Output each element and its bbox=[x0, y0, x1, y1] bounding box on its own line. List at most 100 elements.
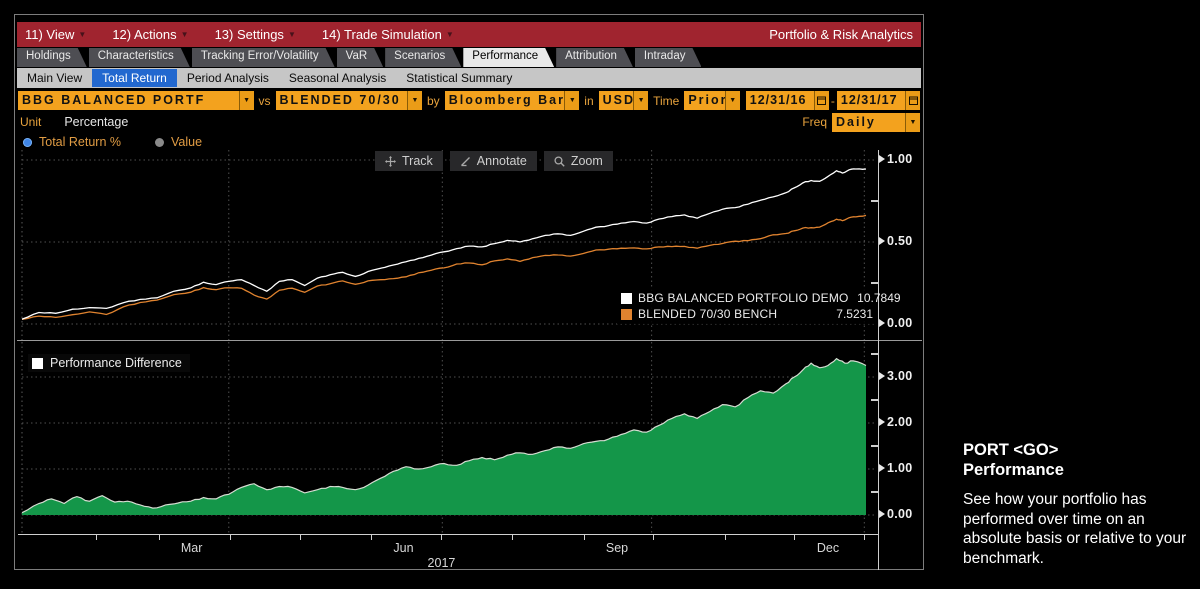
area-fill-performance-difference bbox=[22, 359, 866, 515]
x-month-tick bbox=[300, 535, 301, 540]
legend-row: BLENDED 70/30 BENCH7.5231 bbox=[621, 306, 873, 322]
menu-item-label: 12) Actions bbox=[112, 27, 176, 42]
legend-row: BBG BALANCED PORTFOLIO DEMO10.7849 bbox=[621, 290, 873, 306]
page-canvas: 11) View▼12) Actions▼13) Settings▼14) Tr… bbox=[0, 0, 1200, 589]
x-month-tick bbox=[371, 535, 372, 540]
radio-value[interactable]: Value bbox=[155, 135, 202, 149]
benchmark-field[interactable]: BLENDED 70/30 ▼ bbox=[276, 91, 422, 110]
chevron-down-icon: ▼ bbox=[181, 30, 189, 39]
date-from-value: 12/31/16 bbox=[746, 91, 814, 110]
tab-intraday[interactable]: Intraday bbox=[635, 48, 702, 67]
view-toggle: Total Return % Value bbox=[23, 134, 236, 150]
series-name: BLENDED 70/30 BENCH bbox=[638, 307, 821, 321]
subtab-total-return[interactable]: Total Return bbox=[92, 69, 177, 87]
x-month-tick bbox=[864, 535, 865, 540]
terminal-window: 11) View▼12) Actions▼13) Settings▼14) Tr… bbox=[14, 14, 924, 570]
annotate-button[interactable]: Annotate bbox=[450, 151, 537, 171]
month-label-mar: Mar bbox=[181, 541, 203, 555]
x-month-tick bbox=[441, 535, 442, 540]
menu-item-label: 13) Settings bbox=[215, 27, 284, 42]
date-from-field[interactable]: 12/31/16 bbox=[746, 91, 829, 110]
series-swatch bbox=[621, 309, 632, 320]
annotate-label: Annotate bbox=[477, 154, 527, 168]
radio-icon bbox=[155, 138, 164, 147]
unit-row: Unit Percentage Freq Daily ▼ bbox=[17, 112, 921, 132]
time-label: Time bbox=[653, 94, 679, 108]
zoom-button[interactable]: Zoom bbox=[544, 151, 613, 171]
radio-label: Total Return % bbox=[39, 135, 121, 149]
tab-holdings[interactable]: Holdings bbox=[17, 48, 87, 67]
y-tick-label: 1.00 bbox=[879, 461, 913, 475]
dropdown-arrow-icon[interactable]: ▼ bbox=[905, 113, 920, 132]
calendar-icon[interactable] bbox=[814, 91, 829, 110]
chart-toolbar: Track Annotate Zoom bbox=[375, 151, 613, 171]
chart-region: Total Return % Value Track Annotate Zoom bbox=[17, 132, 921, 568]
dropdown-arrow-icon[interactable]: ▼ bbox=[725, 91, 740, 110]
freq-value: Daily bbox=[832, 113, 905, 132]
series-last-value: 10.7849 bbox=[849, 291, 901, 305]
x-month-tick bbox=[725, 535, 726, 540]
chevron-down-icon: ▼ bbox=[288, 30, 296, 39]
tab-tracking-error-volatility[interactable]: Tracking Error/Volatility bbox=[192, 48, 335, 67]
menu-item-tradesimulation[interactable]: 14) Trade Simulation▼ bbox=[322, 27, 454, 42]
x-month-tick bbox=[512, 535, 513, 540]
subtab-main-view[interactable]: Main View bbox=[17, 69, 92, 87]
track-label: Track bbox=[402, 154, 433, 168]
menu-item-label: 11) View bbox=[25, 27, 74, 42]
month-label-dec: Dec bbox=[817, 541, 839, 555]
portfolio-value: BBG BALANCED PORTF bbox=[18, 91, 239, 110]
menu-item-settings[interactable]: 13) Settings ▼ bbox=[215, 27, 296, 42]
side-note-description: See how your portfolio has performed ove… bbox=[963, 490, 1198, 568]
zoom-icon bbox=[554, 156, 565, 167]
freq-label: Freq bbox=[802, 115, 827, 129]
dropdown-arrow-icon[interactable]: ▼ bbox=[564, 91, 579, 110]
side-note: PORT <GO> Performance See how your portf… bbox=[963, 440, 1198, 568]
time-mode-field[interactable]: Prior ▼ bbox=[684, 91, 739, 110]
menu-item-actions[interactable]: 12) Actions ▼ bbox=[112, 27, 188, 42]
series-swatch bbox=[621, 293, 632, 304]
tab-scenarios[interactable]: Scenarios bbox=[385, 48, 461, 67]
tab-attribution[interactable]: Attribution bbox=[556, 48, 633, 67]
unit-value[interactable]: Percentage bbox=[64, 115, 128, 129]
subtab-statistical-summary[interactable]: Statistical Summary bbox=[396, 69, 522, 87]
x-month-tick bbox=[159, 535, 160, 540]
x-month-tick bbox=[96, 535, 97, 540]
track-button[interactable]: Track bbox=[375, 151, 443, 171]
model-field[interactable]: Bloomberg Bar ▼ bbox=[445, 91, 580, 110]
model-value: Bloomberg Bar bbox=[445, 91, 565, 110]
radio-icon bbox=[23, 138, 32, 147]
x-axis-line bbox=[18, 534, 879, 535]
subtab-period-analysis[interactable]: Period Analysis bbox=[177, 69, 279, 87]
month-label-jun: Jun bbox=[393, 541, 413, 555]
subtab-seasonal-analysis[interactable]: Seasonal Analysis bbox=[279, 69, 396, 87]
dropdown-arrow-icon[interactable]: ▼ bbox=[407, 91, 422, 110]
unit-label: Unit bbox=[20, 115, 41, 129]
dropdown-arrow-icon[interactable]: ▼ bbox=[633, 91, 648, 110]
series-name: BBG BALANCED PORTFOLIO DEMO bbox=[638, 291, 849, 305]
menu-bar: 11) View▼12) Actions▼13) Settings▼14) Tr… bbox=[17, 22, 921, 47]
x-month-tick bbox=[794, 535, 795, 540]
freq-field[interactable]: Daily ▼ bbox=[832, 113, 920, 132]
side-note-title: Performance bbox=[963, 460, 1198, 480]
chevron-down-icon: ▼ bbox=[446, 30, 454, 39]
dropdown-arrow-icon[interactable]: ▼ bbox=[239, 91, 254, 110]
annotate-icon bbox=[460, 156, 471, 167]
radio-total-return--[interactable]: Total Return % bbox=[23, 135, 121, 149]
tab-characteristics[interactable]: Characteristics bbox=[89, 48, 190, 67]
tab-var[interactable]: VaR bbox=[337, 48, 384, 67]
currency-field[interactable]: USD ▼ bbox=[599, 91, 648, 110]
tab-performance[interactable]: Performance bbox=[463, 48, 554, 67]
portfolio-field[interactable]: BBG BALANCED PORTF ▼ bbox=[18, 91, 254, 110]
date-to-field[interactable]: 12/31/17 bbox=[837, 91, 920, 110]
app-title: Portfolio & Risk Analytics bbox=[769, 27, 913, 42]
calendar-icon[interactable] bbox=[905, 91, 920, 110]
performance-difference-legend: Performance Difference bbox=[28, 354, 190, 372]
benchmark-value: BLENDED 70/30 bbox=[276, 91, 407, 110]
y-tick-label: 0.00 bbox=[879, 507, 913, 521]
menu-item-view[interactable]: 11) View▼ bbox=[25, 27, 86, 42]
series-last-value: 7.5231 bbox=[821, 307, 873, 321]
x-month-tick bbox=[230, 535, 231, 540]
y-tick-label: 1.00 bbox=[879, 152, 913, 166]
tab-bar: HoldingsCharacteristicsTracking Error/Vo… bbox=[17, 48, 921, 67]
currency-value: USD bbox=[599, 91, 633, 110]
